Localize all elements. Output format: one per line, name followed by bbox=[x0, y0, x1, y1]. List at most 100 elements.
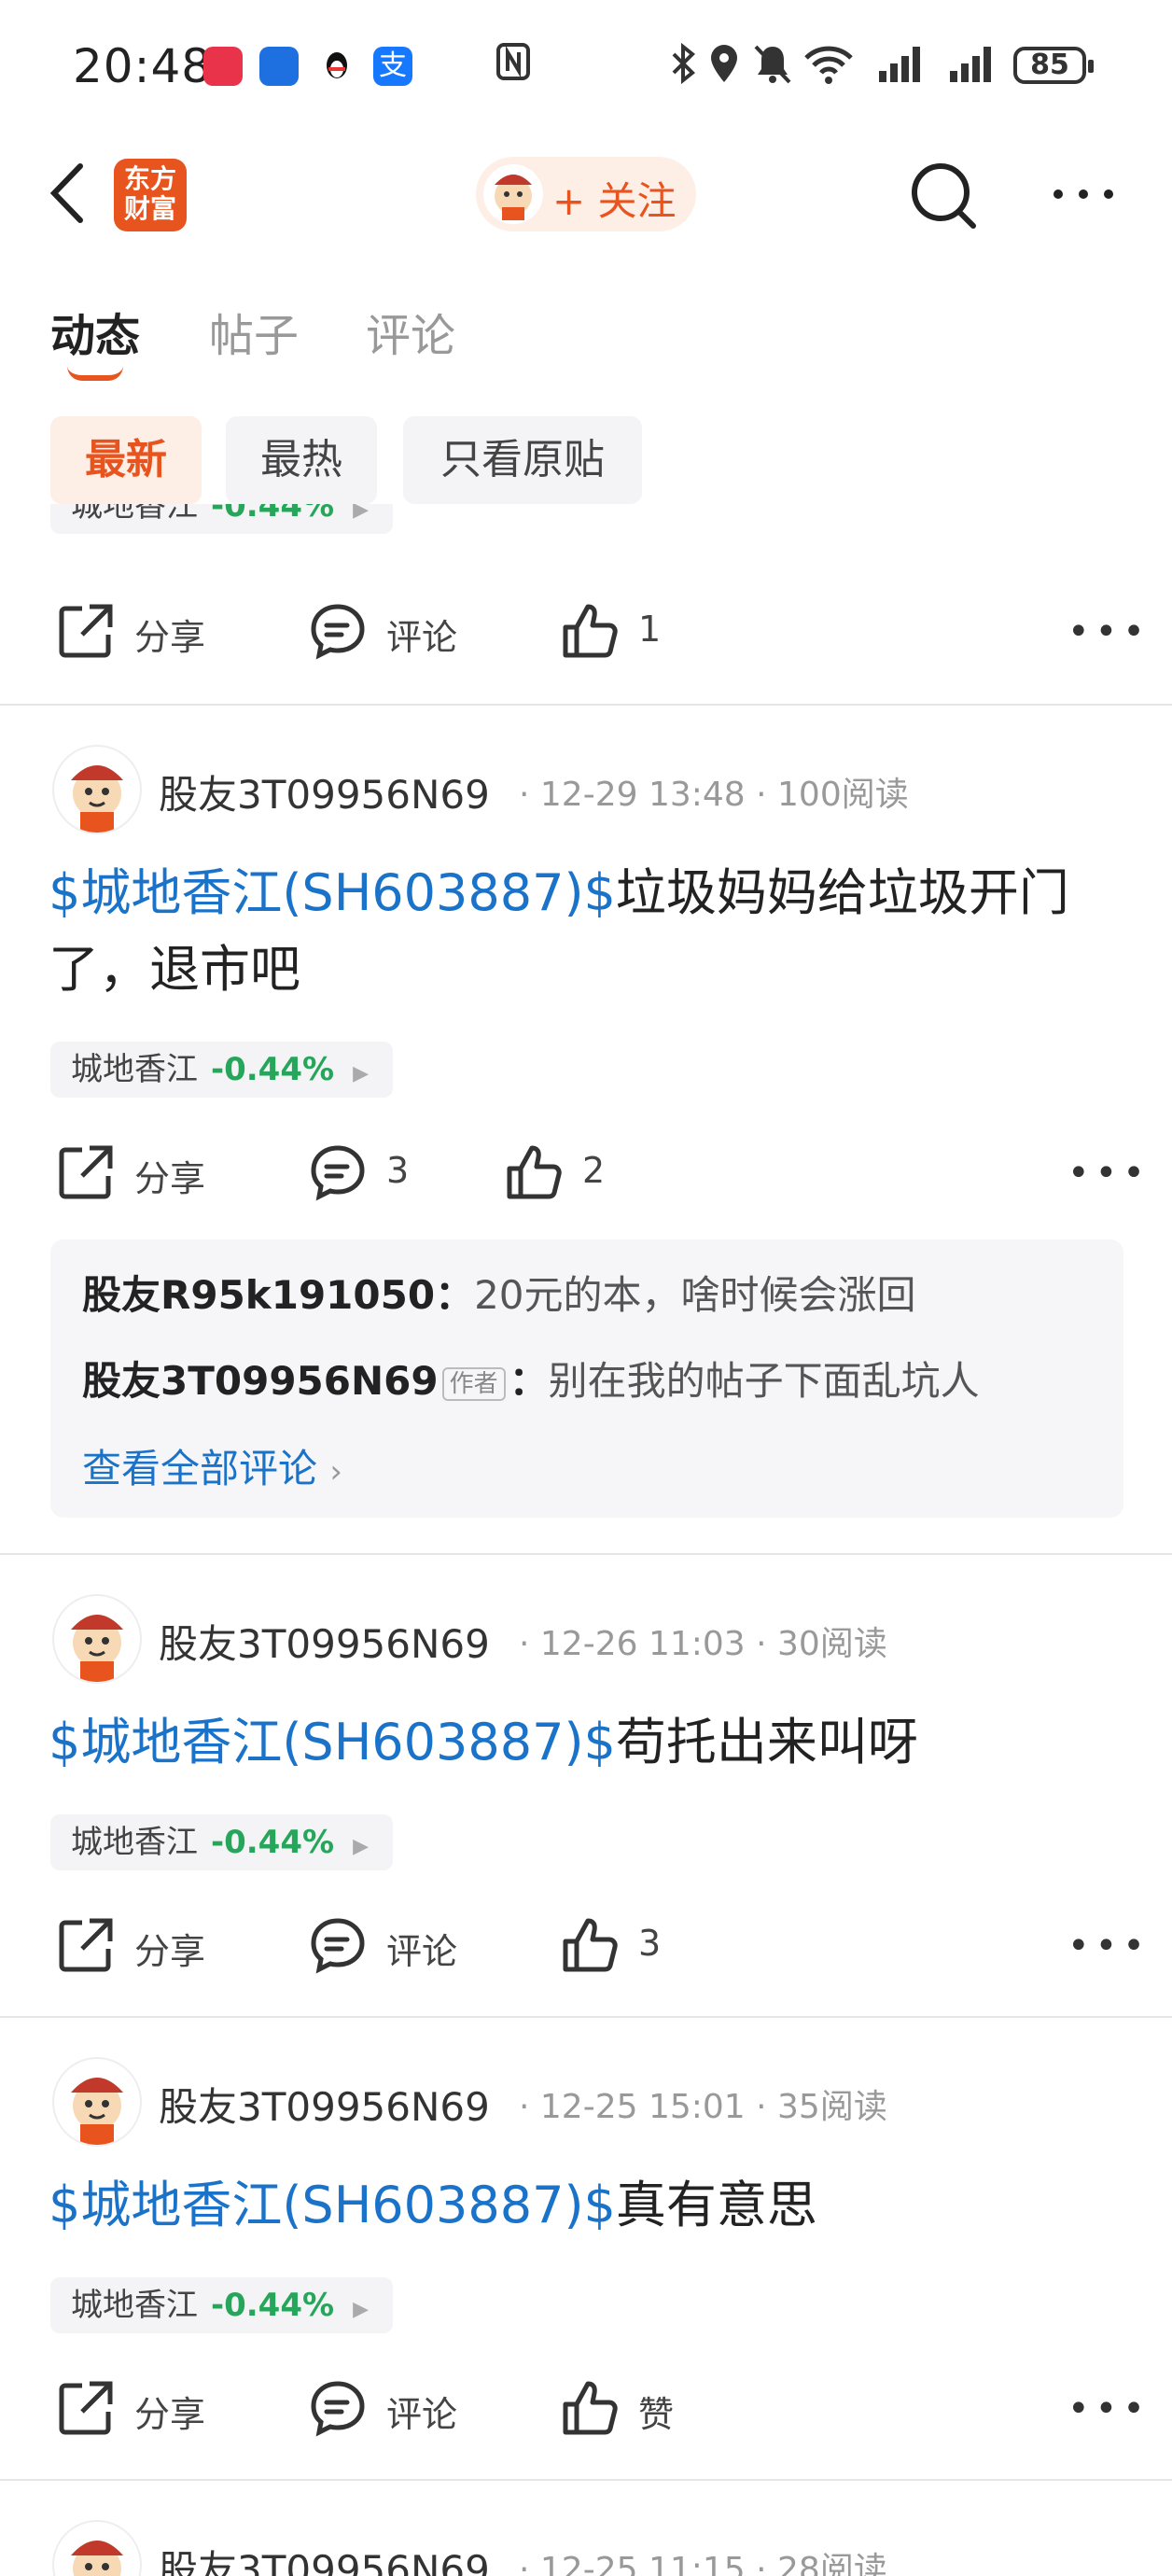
post-content[interactable]: $城地香江(SH603887)$苟托出来叫呀 bbox=[49, 1704, 1122, 1781]
view-all-label: 查看全部评论 bbox=[82, 1446, 318, 1491]
stock-name: 城地香江 bbox=[71, 1051, 198, 1088]
follow-button[interactable]: + 关注 bbox=[476, 157, 696, 231]
alipay-app-icon: 支 bbox=[373, 47, 412, 86]
comment-icon bbox=[311, 1918, 365, 1974]
filter-hot[interactable]: 最热 bbox=[226, 416, 377, 504]
wifi-icon bbox=[802, 41, 855, 90]
post-text: 苟托出来叫呀 bbox=[615, 1713, 918, 1771]
comment-icon bbox=[311, 1145, 365, 1201]
like-icon bbox=[563, 2381, 618, 2435]
post-more-button[interactable]: ••• bbox=[1067, 1925, 1151, 1967]
status-time: 20:48 bbox=[73, 39, 213, 93]
read-count: 100阅读 bbox=[777, 776, 909, 814]
search-button[interactable] bbox=[909, 159, 980, 233]
avatar[interactable] bbox=[52, 2057, 142, 2147]
tab-indicator bbox=[67, 366, 123, 381]
comment-preview[interactable]: 股友R95k191050：20元的本，啥时候会涨回 股友3T09956N69 作者… bbox=[50, 1239, 1123, 1518]
stock-name: 城地香江 bbox=[71, 1824, 198, 1861]
like-label: 赞 bbox=[638, 2394, 675, 2435]
avatar[interactable] bbox=[52, 1594, 142, 1684]
tab-comments[interactable]: 评论 bbox=[366, 299, 455, 364]
logo-line-1: 东方 bbox=[123, 163, 176, 194]
comment-label: 评论 bbox=[386, 2394, 458, 2435]
more-button[interactable] bbox=[1051, 183, 1116, 205]
comment-item: 股友3T09956N69 作者 ：别在我的帖子下面乱坑人 bbox=[82, 1358, 980, 1404]
comment-author: 股友3T09956N69 bbox=[82, 1358, 439, 1404]
read-count: 35阅读 bbox=[777, 2088, 887, 2126]
comment-label: 评论 bbox=[386, 617, 458, 658]
like-icon bbox=[507, 1145, 562, 1199]
post-content[interactable]: $城地香江(SH603887)$真有意思 bbox=[49, 2167, 1122, 2244]
like-count: 3 bbox=[638, 1923, 662, 1964]
post-content[interactable]: $城地香江(SH603887)$垃圾妈妈给垃圾开门了，退市吧 bbox=[49, 855, 1122, 1008]
post-time: · 12-25 11:15 · 28阅读 bbox=[519, 2542, 887, 2576]
stock-chip[interactable]: 城地香江 -0.44% ▶ bbox=[50, 1042, 393, 1098]
comment-text: 20元的本，啥时候会涨回 bbox=[474, 1272, 916, 1318]
more-icon bbox=[1053, 189, 1113, 199]
post-time-value: 12-25 15:01 bbox=[539, 2088, 746, 2126]
post-more-button[interactable]: ••• bbox=[1067, 2387, 1151, 2430]
qq-app-icon bbox=[317, 47, 356, 86]
post-card: 股友3T09956N69 · 12-25 11:15 · 28阅读 bbox=[0, 2481, 1172, 2576]
triangle-icon: ▶ bbox=[353, 1835, 369, 1858]
back-icon bbox=[49, 163, 83, 223]
stock-chip[interactable]: 城地香江 -0.44% ▶ bbox=[50, 504, 393, 534]
post-more-button[interactable]: ••• bbox=[1067, 1152, 1151, 1195]
post-more-button[interactable]: ••• bbox=[1067, 610, 1151, 653]
post-time: · 12-26 11:03 · 30阅读 bbox=[519, 1625, 887, 1663]
stock-tag[interactable]: $城地香江(SH603887)$ bbox=[49, 1713, 616, 1771]
triangle-icon: ▶ bbox=[353, 1062, 369, 1085]
stock-chip[interactable]: 城地香江 -0.44% ▶ bbox=[50, 1814, 393, 1870]
back-button[interactable] bbox=[47, 161, 93, 226]
like-icon bbox=[563, 604, 618, 658]
search-icon bbox=[912, 163, 976, 229]
location-icon bbox=[707, 41, 741, 90]
tab-dynamic[interactable]: 动态 bbox=[50, 299, 140, 364]
stock-chip[interactable]: 城地香江 -0.44% ▶ bbox=[50, 2277, 393, 2333]
share-icon bbox=[59, 2381, 113, 2435]
filter-original-only[interactable]: 只看原贴 bbox=[403, 416, 642, 504]
stock-name: 城地香江 bbox=[71, 2287, 198, 2324]
avatar bbox=[483, 164, 543, 224]
mute-icon bbox=[752, 41, 793, 90]
signal-icon bbox=[877, 41, 929, 90]
comment-icon bbox=[311, 604, 365, 660]
signal-2-icon bbox=[948, 41, 1000, 90]
browser-app-icon bbox=[259, 47, 299, 86]
tab-posts[interactable]: 帖子 bbox=[209, 299, 299, 364]
author-name[interactable]: 股友3T09956N69 bbox=[159, 1613, 490, 1670]
triangle-icon: ▶ bbox=[353, 2298, 369, 2321]
huawei-app-icon bbox=[203, 47, 243, 86]
comment-author: 股友R95k191050 bbox=[82, 1272, 436, 1318]
post-time-value: 12-26 11:03 bbox=[539, 1625, 746, 1663]
view-all-comments-link[interactable]: 查看全部评论 › bbox=[82, 1437, 342, 1494]
comment-item: 股友R95k191050：20元的本，啥时候会涨回 bbox=[82, 1272, 916, 1318]
comment-icon bbox=[311, 2381, 365, 2437]
stock-tag[interactable]: $城地香江(SH603887)$ bbox=[49, 2176, 616, 2234]
stock-change: -0.44% bbox=[211, 504, 335, 525]
like-count: 1 bbox=[638, 609, 662, 650]
follow-label: + 关注 bbox=[552, 178, 677, 224]
stock-tag[interactable]: $城地香江(SH603887)$ bbox=[49, 863, 616, 922]
author-name[interactable]: 股友3T09956N69 bbox=[159, 2539, 490, 2576]
avatar[interactable] bbox=[52, 2520, 142, 2576]
share-icon bbox=[59, 1918, 113, 1972]
stock-change: -0.44% bbox=[211, 1824, 335, 1861]
stock-change: -0.44% bbox=[211, 1051, 335, 1088]
avatar[interactable] bbox=[52, 745, 142, 834]
post-card: 股友3T09956N69 · 12-26 11:03 · 30阅读 $城地香江(… bbox=[0, 1555, 1172, 2016]
comment-label: 评论 bbox=[386, 1931, 458, 1972]
like-icon bbox=[563, 1918, 618, 1972]
author-name[interactable]: 股友3T09956N69 bbox=[159, 2076, 490, 2133]
author-name[interactable]: 股友3T09956N69 bbox=[159, 763, 490, 820]
battery-indicator: 85 bbox=[1013, 47, 1094, 84]
stock-name: 城地香江 bbox=[71, 504, 198, 525]
post-card: 股友3T09956N69 · 12-25 15:01 · 35阅读 $城地香江(… bbox=[0, 2018, 1172, 2479]
status-bar: 20:48 支 85 bbox=[0, 0, 1172, 131]
filter-latest[interactable]: 最新 bbox=[50, 416, 202, 504]
post-time-value: 12-29 13:48 bbox=[539, 776, 746, 814]
post-time: · 12-25 15:01 · 35阅读 bbox=[519, 2088, 887, 2126]
share-label: 分享 bbox=[134, 1158, 206, 1199]
comment-count: 3 bbox=[386, 1150, 410, 1191]
post-card: 股友3T09956N69 · 12-29 13:48 · 100阅读 $城地香江… bbox=[0, 706, 1172, 1553]
